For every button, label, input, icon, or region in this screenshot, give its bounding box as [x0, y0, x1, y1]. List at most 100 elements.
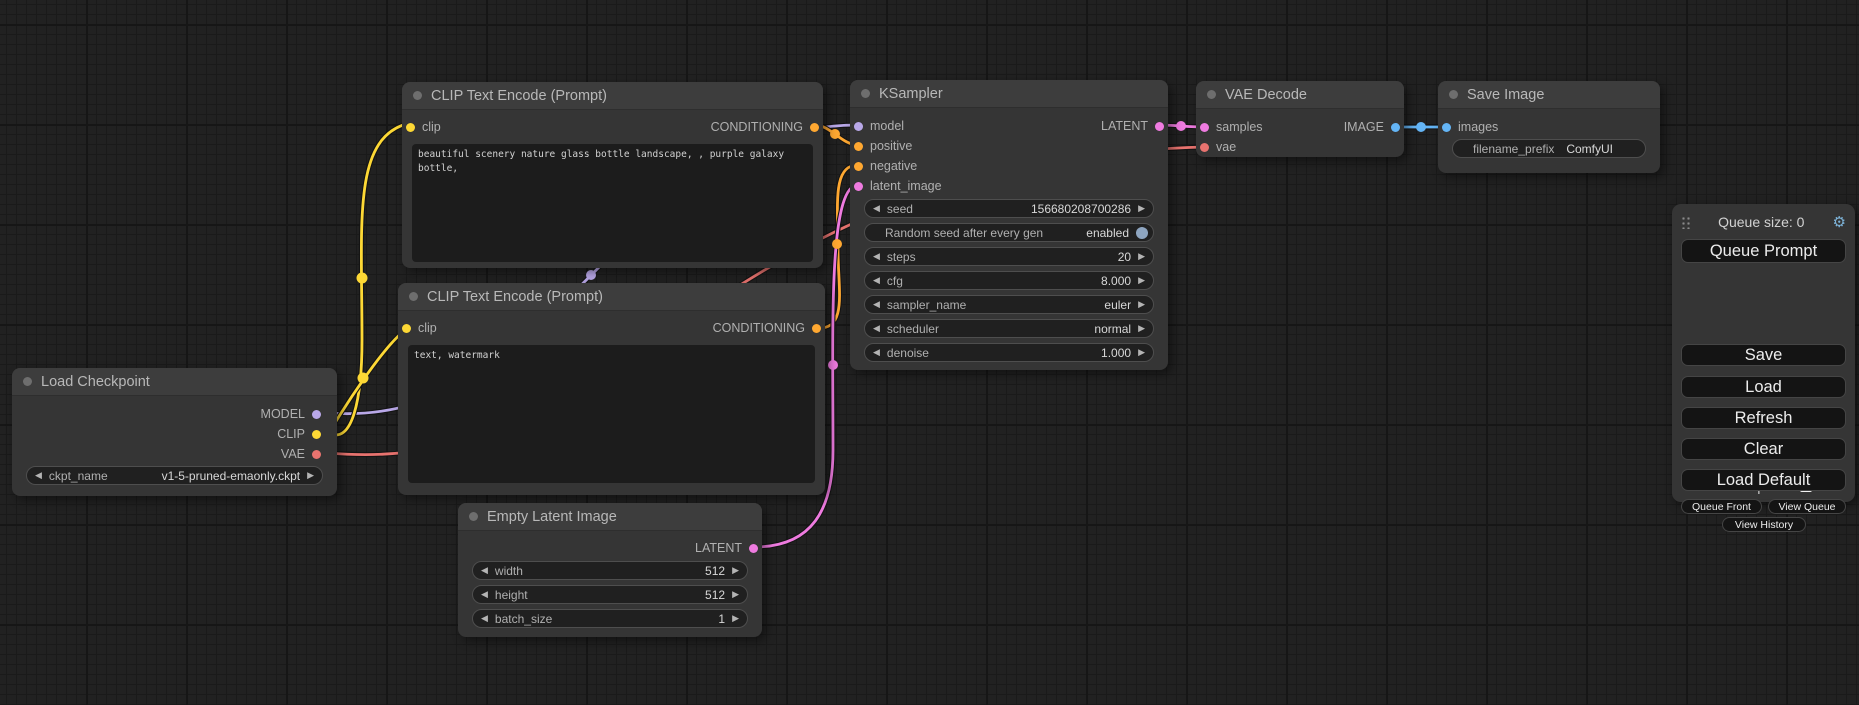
node-empty-latent-image[interactable]: Empty Latent Image LATENT ◀ width 512 ▶ …	[458, 503, 762, 637]
queue-front-button[interactable]: Queue Front	[1681, 499, 1762, 514]
output-dot-model[interactable]	[312, 410, 321, 419]
sampler-name-widget[interactable]: ◀ sampler_name euler ▶	[864, 295, 1154, 314]
node-title-bar[interactable]: CLIP Text Encode (Prompt)	[398, 283, 825, 311]
input-dot-model[interactable]	[854, 122, 863, 131]
increment-arrow-icon[interactable]: ▶	[1138, 324, 1145, 333]
refresh-button[interactable]: Refresh	[1681, 407, 1846, 429]
widget-label: steps	[887, 250, 916, 264]
node-title-bar[interactable]: Save Image	[1438, 81, 1660, 109]
seed-widget[interactable]: ◀ seed 156680208700286 ▶	[864, 199, 1154, 218]
increment-arrow-icon[interactable]: ▶	[1138, 252, 1145, 261]
load-default-button[interactable]: Load Default	[1681, 469, 1846, 491]
decrement-arrow-icon[interactable]: ◀	[481, 614, 488, 623]
output-label-latent: LATENT	[695, 541, 742, 555]
link-dot-latent-output[interactable]	[1176, 121, 1186, 131]
steps-widget[interactable]: ◀ steps 20 ▶	[864, 247, 1154, 266]
node-title-bar[interactable]: Load Checkpoint	[12, 368, 337, 396]
node-title-bar[interactable]: VAE Decode	[1196, 81, 1404, 109]
node-load-checkpoint[interactable]: Load Checkpoint MODEL CLIP VAE ◀ ckpt_na…	[12, 368, 337, 496]
decrement-arrow-icon[interactable]: ◀	[873, 348, 880, 357]
view-queue-button[interactable]: View Queue	[1768, 499, 1846, 514]
widget-label: sampler_name	[887, 298, 966, 312]
input-label-vae: vae	[1216, 140, 1236, 154]
output-dot-vae[interactable]	[312, 450, 321, 459]
prompt-textarea[interactable]: beautiful scenery nature glass bottle la…	[412, 144, 813, 262]
node-ksampler[interactable]: KSampler model LATENT positive negative …	[850, 80, 1168, 370]
width-widget[interactable]: ◀ width 512 ▶	[472, 561, 748, 580]
prompt-textarea[interactable]: text, watermark	[408, 345, 815, 483]
output-dot-image[interactable]	[1391, 123, 1400, 132]
output-dot-clip[interactable]	[312, 430, 321, 439]
comfyui-canvas[interactable]: { "colors": { "model": "#b9a8e8", "clip"…	[0, 0, 1859, 705]
input-dot-vae[interactable]	[1200, 143, 1209, 152]
denoise-widget[interactable]: ◀ denoise 1.000 ▶	[864, 343, 1154, 362]
input-dot-samples[interactable]	[1200, 123, 1209, 132]
increment-arrow-icon[interactable]: ▶	[307, 471, 314, 480]
link-dot-conditioning-positive[interactable]	[830, 129, 840, 139]
view-history-button[interactable]: View History	[1722, 517, 1806, 532]
queue-prompt-button[interactable]: Queue Prompt	[1681, 239, 1846, 263]
widget-value: 156680208700286	[1031, 202, 1131, 216]
link-dot-latent-input[interactable]	[828, 360, 838, 370]
node-title-bar[interactable]: KSampler	[850, 80, 1168, 108]
input-dot-positive[interactable]	[854, 142, 863, 151]
toggle-dot[interactable]	[1136, 227, 1148, 239]
increment-arrow-icon[interactable]: ▶	[1138, 276, 1145, 285]
link-dot-clip-positive[interactable]	[357, 273, 368, 284]
node-title-bar[interactable]: CLIP Text Encode (Prompt)	[402, 82, 823, 110]
increment-arrow-icon[interactable]: ▶	[732, 614, 739, 623]
node-title-bar[interactable]: Empty Latent Image	[458, 503, 762, 531]
settings-gear-icon[interactable]: ⚙	[1833, 215, 1846, 230]
scheduler-widget[interactable]: ◀ scheduler normal ▶	[864, 319, 1154, 338]
increment-arrow-icon[interactable]: ▶	[732, 566, 739, 575]
output-dot-latent[interactable]	[749, 544, 758, 553]
widget-label: scheduler	[887, 322, 939, 336]
increment-arrow-icon[interactable]: ▶	[1138, 204, 1145, 213]
decrement-arrow-icon[interactable]: ◀	[873, 252, 880, 261]
output-dot-latent[interactable]	[1155, 122, 1164, 131]
input-dot-negative[interactable]	[854, 162, 863, 171]
decrement-arrow-icon[interactable]: ◀	[481, 566, 488, 575]
save-button[interactable]: Save	[1681, 344, 1846, 366]
drag-handle-icon[interactable]	[1681, 216, 1690, 229]
increment-arrow-icon[interactable]: ▶	[1138, 348, 1145, 357]
input-dot-clip[interactable]	[406, 123, 415, 132]
output-dot-conditioning[interactable]	[810, 123, 819, 132]
increment-arrow-icon[interactable]: ▶	[732, 590, 739, 599]
decrement-arrow-icon[interactable]: ◀	[873, 204, 880, 213]
queue-size-label: Queue size: 0	[1690, 214, 1833, 230]
input-dot-clip[interactable]	[402, 324, 411, 333]
input-dot-images[interactable]	[1442, 123, 1451, 132]
input-dot-latent-image[interactable]	[854, 182, 863, 191]
height-widget[interactable]: ◀ height 512 ▶	[472, 585, 748, 604]
random-seed-toggle-widget[interactable]: Random seed after every gen enabled	[864, 223, 1154, 242]
clear-button[interactable]: Clear	[1681, 438, 1846, 460]
node-clip-text-encode-positive[interactable]: CLIP Text Encode (Prompt) clip CONDITION…	[402, 82, 823, 268]
widget-label: ckpt_name	[49, 469, 108, 483]
decrement-arrow-icon[interactable]: ◀	[35, 471, 42, 480]
comfy-menu-panel[interactable]: Queue size: 0 ⚙ Queue Prompt Extra optio…	[1672, 204, 1855, 502]
decrement-arrow-icon[interactable]: ◀	[481, 590, 488, 599]
node-save-image[interactable]: Save Image images filename_prefix ComfyU…	[1438, 81, 1660, 173]
decrement-arrow-icon[interactable]: ◀	[873, 324, 880, 333]
node-status-dot	[1449, 90, 1458, 99]
ckpt-name-widget[interactable]: ◀ ckpt_name v1-5-pruned-emaonly.ckpt ▶	[26, 466, 323, 485]
filename-prefix-widget[interactable]: filename_prefix ComfyUI	[1452, 139, 1646, 158]
batch-size-widget[interactable]: ◀ batch_size 1 ▶	[472, 609, 748, 628]
widget-value: normal	[1094, 322, 1131, 336]
output-label-latent: LATENT	[1101, 119, 1148, 133]
link-dot-clip-negative[interactable]	[358, 373, 369, 384]
node-clip-text-encode-negative[interactable]: CLIP Text Encode (Prompt) clip CONDITION…	[398, 283, 825, 495]
link-dot-conditioning-negative[interactable]	[832, 239, 842, 249]
widget-value: 8.000	[1101, 274, 1131, 288]
widget-label: height	[495, 588, 528, 602]
link-dot-model[interactable]	[586, 270, 596, 280]
link-dot-image[interactable]	[1416, 122, 1426, 132]
output-dot-conditioning[interactable]	[812, 324, 821, 333]
cfg-widget[interactable]: ◀ cfg 8.000 ▶	[864, 271, 1154, 290]
decrement-arrow-icon[interactable]: ◀	[873, 276, 880, 285]
increment-arrow-icon[interactable]: ▶	[1138, 300, 1145, 309]
decrement-arrow-icon[interactable]: ◀	[873, 300, 880, 309]
node-vae-decode[interactable]: VAE Decode samples IMAGE vae	[1196, 81, 1404, 157]
load-button[interactable]: Load	[1681, 376, 1846, 398]
